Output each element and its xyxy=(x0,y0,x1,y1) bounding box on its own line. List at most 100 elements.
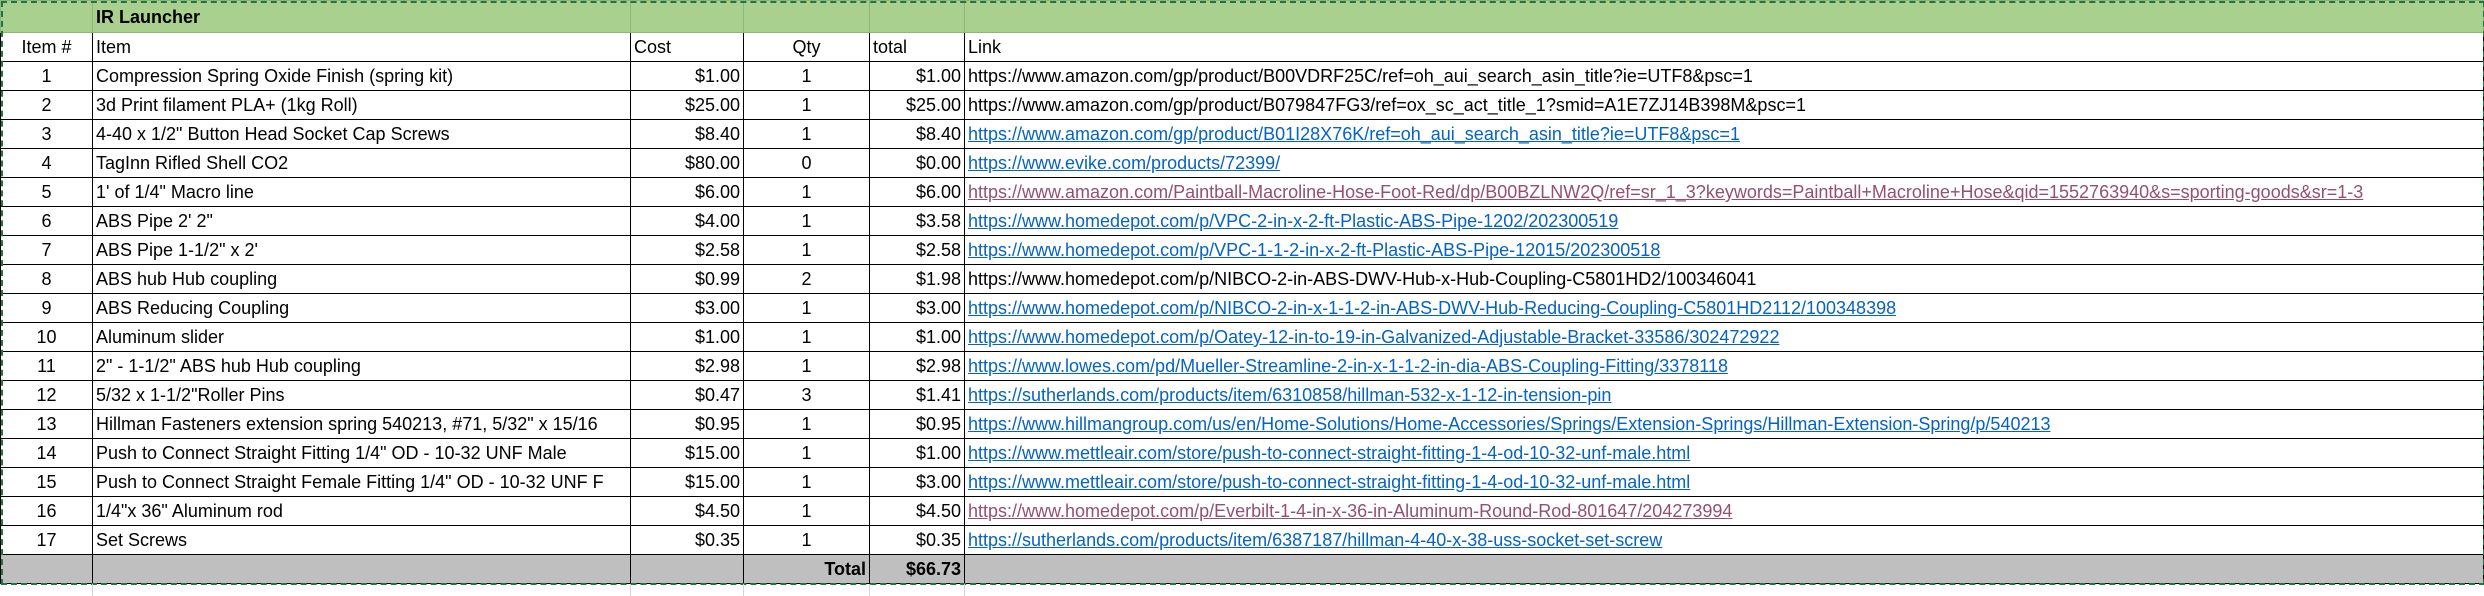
cost-cell[interactable]: $0.95 xyxy=(630,409,744,439)
total-cell[interactable]: $1.00 xyxy=(869,438,965,468)
qty-cell[interactable]: 1 xyxy=(743,206,870,236)
qty-cell[interactable]: 1 xyxy=(743,177,870,207)
cell[interactable] xyxy=(743,0,870,33)
qty-cell[interactable]: 1 xyxy=(743,235,870,265)
product-link[interactable]: https://www.lowes.com/pd/Mueller-Streaml… xyxy=(968,356,1728,376)
cost-cell[interactable]: $25.00 xyxy=(630,90,744,120)
qty-cell[interactable]: 1 xyxy=(743,467,870,497)
qty-cell[interactable]: 1 xyxy=(743,525,870,555)
product-link[interactable]: https://www.homedepot.com/p/VPC-2-in-x-2… xyxy=(968,211,1618,231)
total-cell[interactable]: $4.50 xyxy=(869,496,965,526)
product-link[interactable]: https://www.amazon.com/gp/product/B07984… xyxy=(968,95,1806,115)
qty-cell[interactable]: 2 xyxy=(743,264,870,294)
header-item[interactable]: Item xyxy=(92,32,631,62)
item-number-cell[interactable]: 7 xyxy=(0,235,93,265)
cost-cell[interactable]: $0.47 xyxy=(630,380,744,410)
total-cell[interactable]: $1.00 xyxy=(869,322,965,352)
link-cell[interactable]: https://sutherlands.com/products/item/63… xyxy=(964,525,2484,555)
item-name-cell[interactable]: Push to Connect Straight Fitting 1/4" OD… xyxy=(92,438,631,468)
qty-cell[interactable]: 1 xyxy=(743,409,870,439)
total-cell[interactable]: $25.00 xyxy=(869,90,965,120)
item-number-cell[interactable]: 3 xyxy=(0,119,93,149)
link-cell[interactable]: https://www.evike.com/products/72399/ xyxy=(964,148,2484,178)
item-name-cell[interactable]: 3d Print filament PLA+ (1kg Roll) xyxy=(92,90,631,120)
sheet-title[interactable]: IR Launcher xyxy=(92,0,631,33)
cell[interactable] xyxy=(0,0,93,33)
cell[interactable] xyxy=(869,0,965,33)
item-number-cell[interactable]: 8 xyxy=(0,264,93,294)
cost-cell[interactable]: $0.35 xyxy=(630,525,744,555)
total-cell[interactable]: $3.00 xyxy=(869,293,965,323)
qty-cell[interactable]: 1 xyxy=(743,496,870,526)
total-cell[interactable]: $2.58 xyxy=(869,235,965,265)
item-name-cell[interactable]: 1/4"x 36" Aluminum rod xyxy=(92,496,631,526)
item-name-cell[interactable]: ABS Reducing Coupling xyxy=(92,293,631,323)
qty-cell[interactable]: 1 xyxy=(743,322,870,352)
product-link[interactable]: https://www.homedepot.com/p/VPC-1-1-2-in… xyxy=(968,240,1660,260)
qty-cell[interactable]: 1 xyxy=(743,119,870,149)
qty-cell[interactable]: 1 xyxy=(743,293,870,323)
product-link[interactable]: https://www.amazon.com/Paintball-Macroli… xyxy=(968,182,2363,202)
link-cell[interactable]: https://www.homedepot.com/p/Oatey-12-in-… xyxy=(964,322,2484,352)
link-cell[interactable]: https://www.mettleair.com/store/push-to-… xyxy=(964,438,2484,468)
product-link[interactable]: https://sutherlands.com/products/item/63… xyxy=(968,385,1611,405)
cost-cell[interactable]: $2.58 xyxy=(630,235,744,265)
qty-cell[interactable]: 3 xyxy=(743,380,870,410)
cost-cell[interactable]: $1.00 xyxy=(630,61,744,91)
link-cell[interactable]: https://www.amazon.com/gp/product/B01I28… xyxy=(964,119,2484,149)
qty-cell[interactable]: 1 xyxy=(743,351,870,381)
cost-cell[interactable]: $0.99 xyxy=(630,264,744,294)
product-link[interactable]: https://www.evike.com/products/72399/ xyxy=(968,153,1280,173)
cell[interactable] xyxy=(630,554,744,584)
product-link[interactable]: https://www.homedepot.com/p/NIBCO-2-in-x… xyxy=(968,298,1896,318)
item-name-cell[interactable]: 4-40 x 1/2" Button Head Socket Cap Screw… xyxy=(92,119,631,149)
product-link[interactable]: https://www.homedepot.com/p/Oatey-12-in-… xyxy=(968,327,1779,347)
item-number-cell[interactable]: 9 xyxy=(0,293,93,323)
item-name-cell[interactable]: Hillman Fasteners extension spring 54021… xyxy=(92,409,631,439)
link-cell[interactable]: https://www.amazon.com/gp/product/B00VDR… xyxy=(964,61,2484,91)
link-cell[interactable]: https://www.amazon.com/Paintball-Macroli… xyxy=(964,177,2484,207)
total-cell[interactable]: $1.98 xyxy=(869,264,965,294)
cell[interactable] xyxy=(964,554,2484,584)
header-link[interactable]: Link xyxy=(964,32,2484,62)
cost-cell[interactable]: $1.00 xyxy=(630,322,744,352)
cell[interactable] xyxy=(630,0,744,33)
total-cell[interactable]: $3.00 xyxy=(869,467,965,497)
item-name-cell[interactable]: 2" - 1-1/2" ABS hub Hub coupling xyxy=(92,351,631,381)
total-cell[interactable]: $0.00 xyxy=(869,148,965,178)
cell[interactable] xyxy=(92,554,631,584)
item-number-cell[interactable]: 14 xyxy=(0,438,93,468)
item-number-cell[interactable]: 5 xyxy=(0,177,93,207)
cost-cell[interactable]: $8.40 xyxy=(630,119,744,149)
total-cell[interactable]: $3.58 xyxy=(869,206,965,236)
link-cell[interactable]: https://sutherlands.com/products/item/63… xyxy=(964,380,2484,410)
link-cell[interactable]: https://www.homedepot.com/p/Everbilt-1-4… xyxy=(964,496,2484,526)
total-cell[interactable]: $2.98 xyxy=(869,351,965,381)
item-number-cell[interactable]: 12 xyxy=(0,380,93,410)
header-total[interactable]: total xyxy=(869,32,965,62)
item-number-cell[interactable]: 10 xyxy=(0,322,93,352)
item-number-cell[interactable]: 6 xyxy=(0,206,93,236)
item-name-cell[interactable]: 5/32 x 1-1/2"Roller Pins xyxy=(92,380,631,410)
link-cell[interactable]: https://www.homedepot.com/p/NIBCO-2-in-x… xyxy=(964,293,2484,323)
product-link[interactable]: https://www.mettleair.com/store/push-to-… xyxy=(968,443,1690,463)
grand-total-value[interactable]: $66.73 xyxy=(869,554,965,584)
product-link[interactable]: https://sutherlands.com/products/item/63… xyxy=(968,530,1662,550)
header-cost[interactable]: Cost xyxy=(630,32,744,62)
qty-cell[interactable]: 1 xyxy=(743,438,870,468)
product-link[interactable]: https://www.hillmangroup.com/us/en/Home-… xyxy=(968,414,2051,434)
cost-cell[interactable]: $15.00 xyxy=(630,467,744,497)
item-number-cell[interactable]: 16 xyxy=(0,496,93,526)
header-item-num[interactable]: Item # xyxy=(0,32,93,62)
item-name-cell[interactable]: Compression Spring Oxide Finish (spring … xyxy=(92,61,631,91)
item-name-cell[interactable]: Push to Connect Straight Female Fitting … xyxy=(92,467,631,497)
product-link[interactable]: https://www.amazon.com/gp/product/B00VDR… xyxy=(968,66,1753,86)
item-name-cell[interactable]: ABS Pipe 2' 2" xyxy=(92,206,631,236)
item-name-cell[interactable]: Set Screws xyxy=(92,525,631,555)
link-cell[interactable]: https://www.lowes.com/pd/Mueller-Streaml… xyxy=(964,351,2484,381)
item-number-cell[interactable]: 1 xyxy=(0,61,93,91)
cost-cell[interactable]: $4.00 xyxy=(630,206,744,236)
link-cell[interactable]: https://www.amazon.com/gp/product/B07984… xyxy=(964,90,2484,120)
item-name-cell[interactable]: 1' of 1/4" Macro line xyxy=(92,177,631,207)
item-number-cell[interactable]: 15 xyxy=(0,467,93,497)
